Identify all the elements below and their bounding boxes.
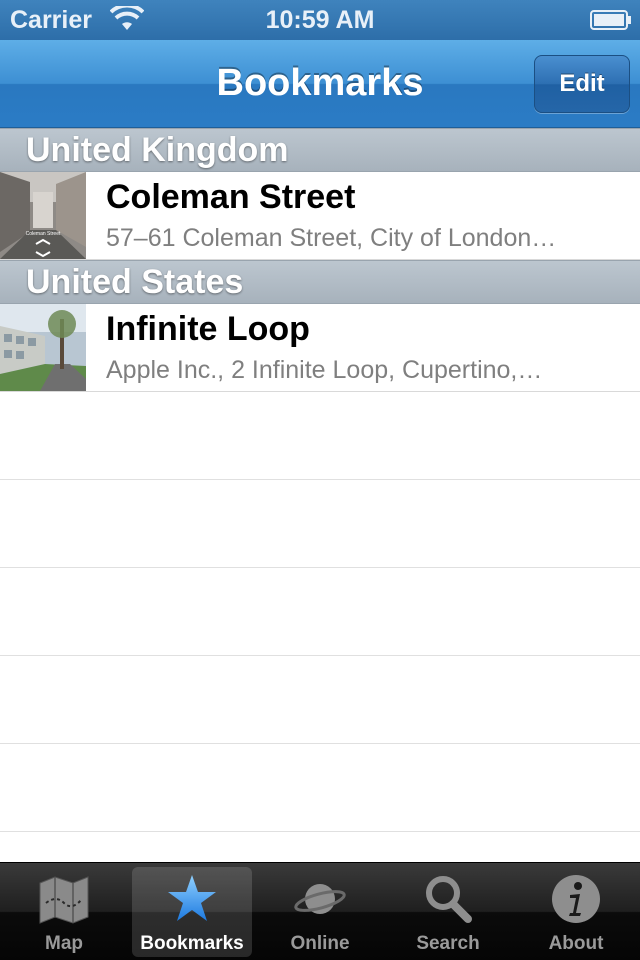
- magnifier-icon: [426, 876, 472, 923]
- thumbnail-caption: Coleman Street: [26, 231, 61, 237]
- tab-about[interactable]: About: [516, 867, 636, 957]
- tab-bookmarks[interactable]: Bookmarks: [132, 867, 252, 957]
- bookmark-row-infinite-loop[interactable]: Infinite Loop Apple Inc., 2 Infinite Loo…: [0, 304, 640, 392]
- tab-search[interactable]: Search: [388, 867, 508, 957]
- tab-label: About: [548, 933, 604, 954]
- street-view-thumbnail: Coleman Street: [0, 172, 86, 259]
- status-bar: Carrier 10:59 AM: [0, 0, 640, 40]
- info-icon: [552, 875, 600, 923]
- map-icon: [39, 876, 89, 924]
- empty-row-divider: [0, 479, 640, 480]
- status-time: 10:59 AM: [265, 6, 375, 34]
- tab-label: Search: [416, 933, 480, 954]
- bookmark-address: 57–61 Coleman Street, City of London…: [106, 224, 557, 252]
- tab-map[interactable]: Map: [4, 867, 124, 957]
- tab-label: Map: [45, 933, 83, 954]
- tab-bar: Map Bookmarks Online Search About: [0, 862, 640, 960]
- empty-row-divider: [0, 831, 640, 832]
- battery-icon: [590, 10, 631, 30]
- section-header-united-kingdom: United Kingdom: [0, 128, 640, 172]
- star-icon: [168, 875, 216, 921]
- empty-row-divider: [0, 567, 640, 568]
- tab-online[interactable]: Online: [260, 867, 380, 957]
- street-view-thumbnail: [0, 304, 86, 391]
- tab-label: Online: [290, 933, 350, 954]
- bookmark-title: Infinite Loop: [106, 310, 310, 348]
- bookmark-row-coleman-street[interactable]: Coleman Street Coleman Street 57–61 Cole…: [0, 172, 640, 260]
- planet-icon: [294, 884, 346, 914]
- section-header-united-states: United States: [0, 260, 640, 304]
- bookmark-title: Coleman Street: [106, 178, 356, 216]
- empty-row-divider: [0, 655, 640, 656]
- bookmark-address: Apple Inc., 2 Infinite Loop, Cupertino,…: [106, 356, 543, 384]
- tab-label: Bookmarks: [140, 933, 244, 954]
- empty-row-divider: [0, 743, 640, 744]
- navigation-bar: Bookmarks Edit: [0, 40, 640, 128]
- edit-button[interactable]: Edit: [534, 55, 630, 113]
